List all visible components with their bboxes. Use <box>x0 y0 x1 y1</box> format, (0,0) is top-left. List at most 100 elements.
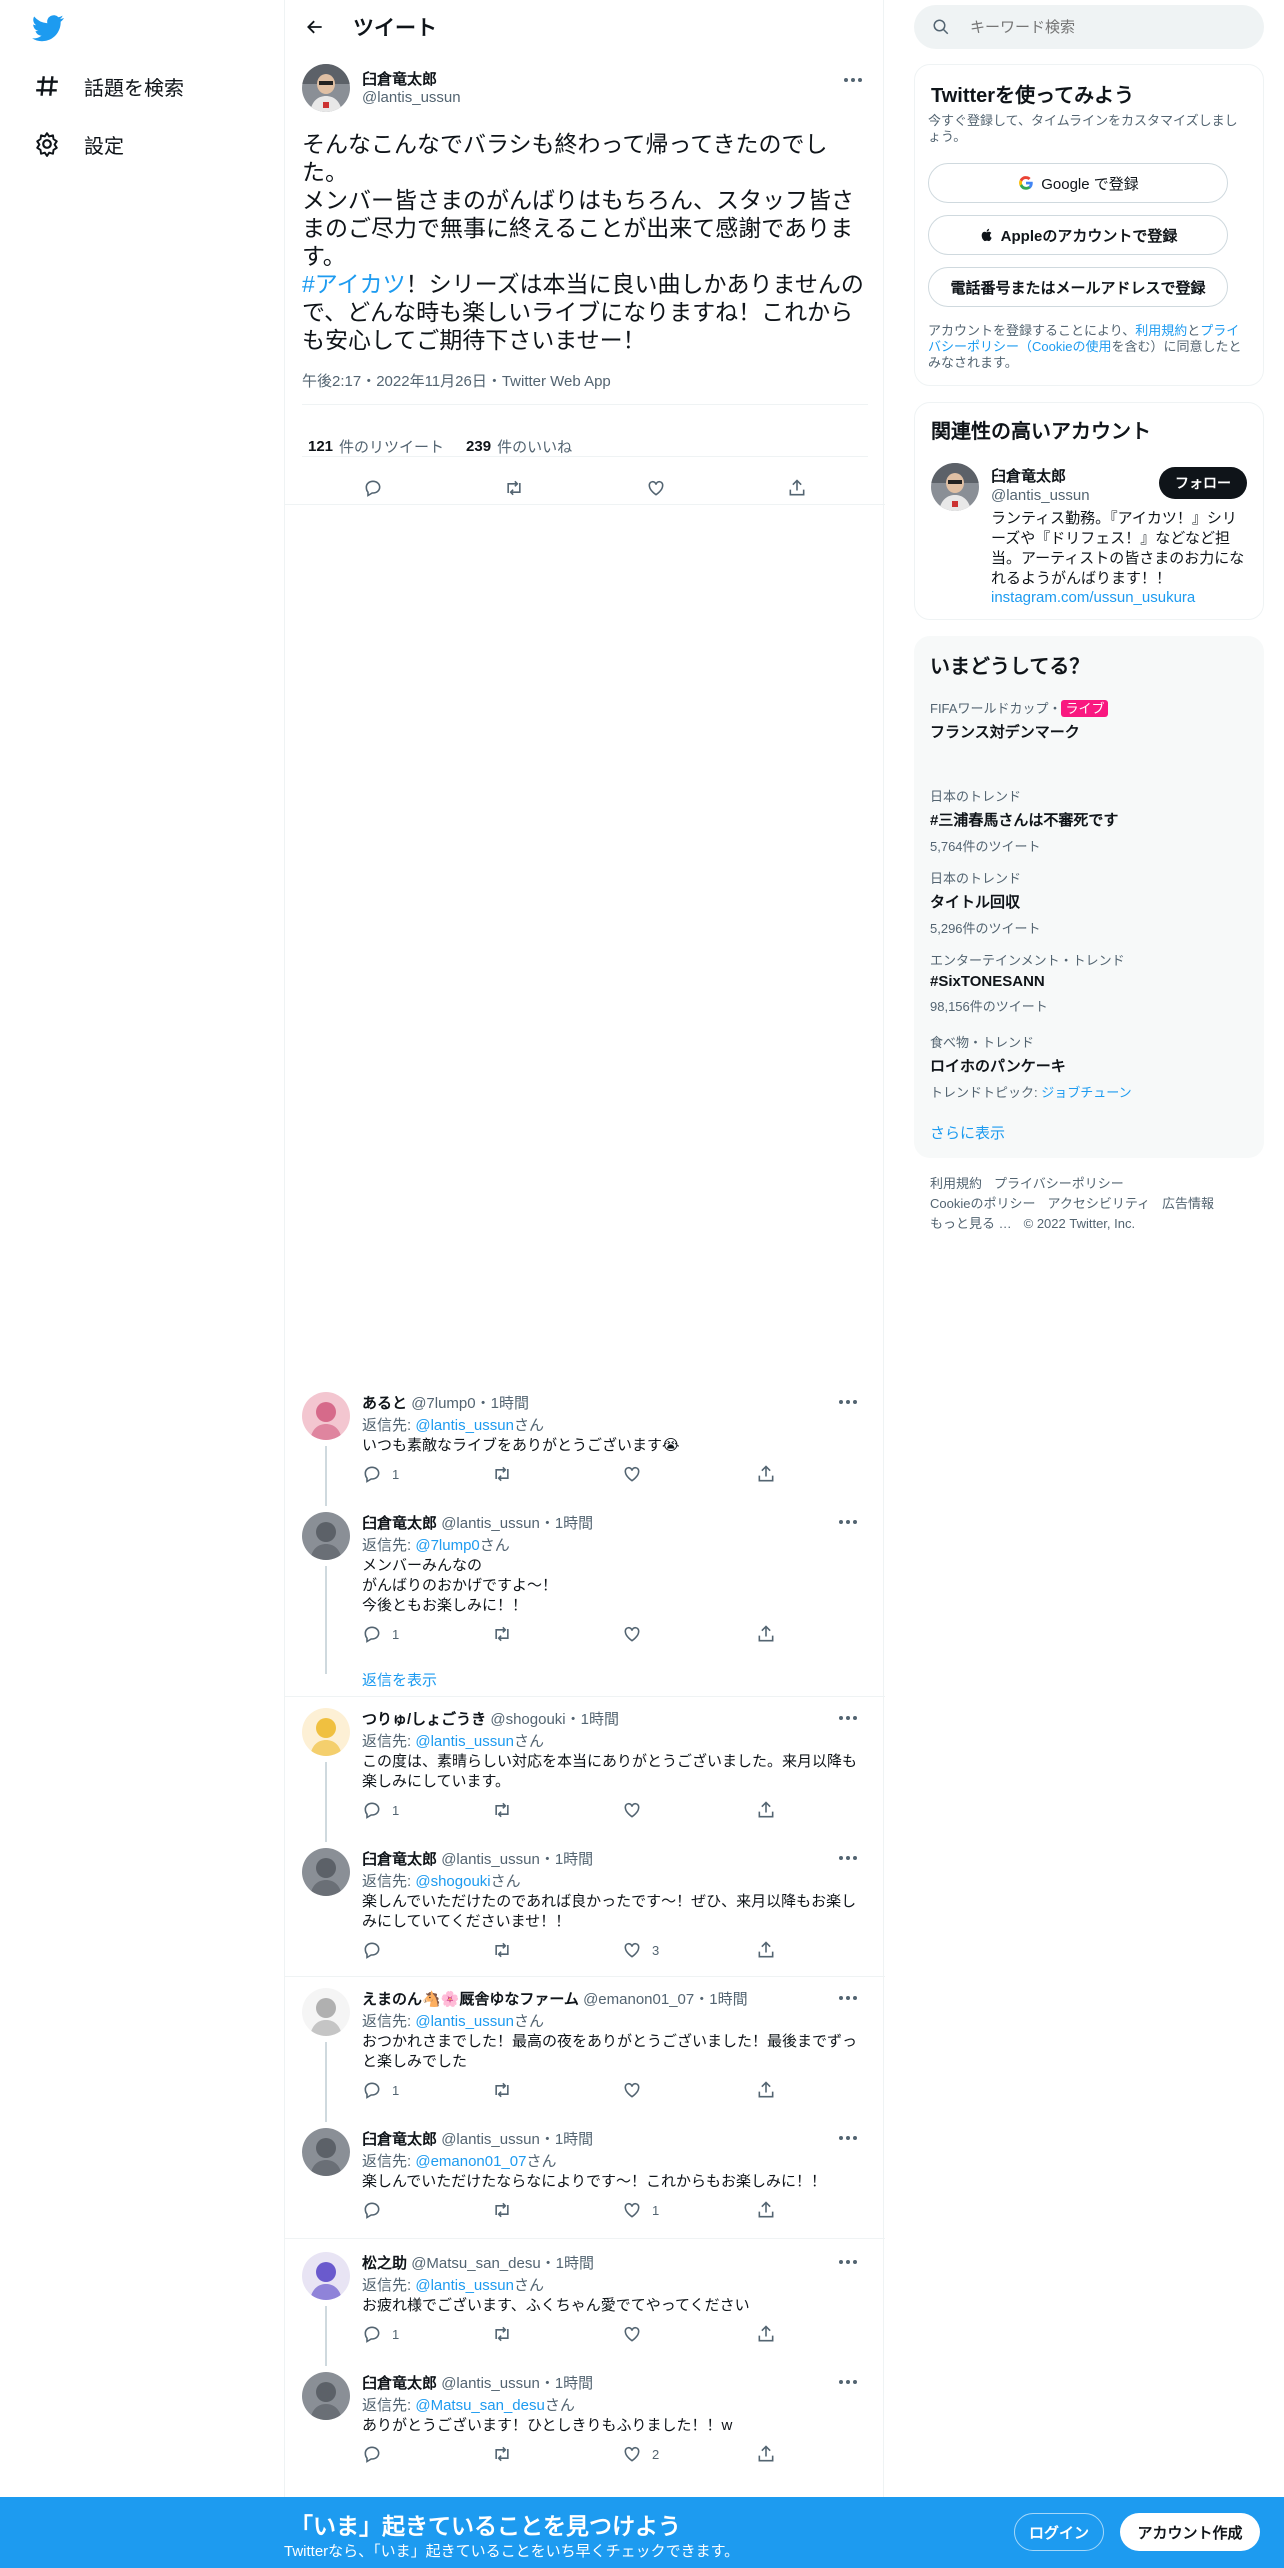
related-link[interactable]: instagram.com/ussun_usukura <box>991 589 1195 606</box>
author-handle[interactable]: @lantis_ussun <box>362 89 461 106</box>
more-icon[interactable] <box>833 1848 863 1868</box>
trend-item[interactable]: 食べ物・トレンド ロイホのパンケーキ トレンドトピック: ジョブチューン <box>930 1032 1250 1101</box>
author-name[interactable]: 臼倉竜太郎 <box>362 68 437 89</box>
reply-to-link[interactable]: @emanon01_07 <box>415 2153 526 2170</box>
reply-author-name[interactable]: 松之助 <box>362 2255 407 2272</box>
nav-explore[interactable]: 話題を検索 <box>30 58 184 114</box>
tweet-timestamp[interactable]: 午後2:17・2022年11月26日・Twitter Web App <box>302 370 611 391</box>
reply-author-name[interactable]: あると <box>362 1395 407 1412</box>
trend-item[interactable]: 日本のトレンド タイトル回収 5,296件のツイート <box>930 868 1250 937</box>
trend-item[interactable]: FIFAワールドカップ・ ライブ フランス対デンマーク <box>930 698 1250 742</box>
search-input[interactable] <box>970 18 1169 36</box>
show-replies-link[interactable]: 返信を表示 <box>362 1669 437 1690</box>
share-button[interactable] <box>756 2200 776 2220</box>
footer-link-ads[interactable]: 広告情報 <box>1162 1196 1214 1211</box>
reply-to-link[interactable]: @lantis_ussun <box>415 2013 514 2030</box>
reply-button[interactable] <box>362 2200 492 2220</box>
terms-link[interactable]: 利用規約 <box>1135 323 1187 338</box>
more-icon[interactable] <box>833 1512 863 1532</box>
reply-author-handle[interactable]: @7lump0 <box>411 1395 475 1412</box>
reply-button[interactable] <box>362 1940 492 1960</box>
twitter-bird-icon[interactable] <box>32 12 72 52</box>
retweet-button[interactable] <box>492 1464 622 1484</box>
reply-to-link[interactable]: @shogouki <box>415 1873 490 1890</box>
more-icon[interactable] <box>833 2372 863 2392</box>
retweet-label[interactable]: 件のリツイート <box>339 436 444 457</box>
signup-button[interactable]: アカウント作成 <box>1120 2513 1260 2551</box>
reply-to-link[interactable]: @lantis_ussun <box>415 1733 514 1750</box>
reply-button[interactable]: 1 <box>362 1464 492 1484</box>
trend-item[interactable]: エンターテインメント・トレンド #SixTONESANN 98,156件のツイー… <box>930 950 1250 1015</box>
reply-author-handle[interactable]: @emanon01_07 <box>583 1991 694 2008</box>
footer-link-accessibility[interactable]: アクセシビリティ <box>1047 1196 1150 1211</box>
more-icon[interactable] <box>833 2128 863 2148</box>
avatar[interactable] <box>931 463 979 511</box>
retweet-button[interactable] <box>492 1940 622 1960</box>
reply-to-link[interactable]: @Matsu_san_desu <box>415 2397 544 2414</box>
avatar[interactable] <box>302 2128 350 2176</box>
reply-button[interactable] <box>362 2444 492 2464</box>
reply-to-link[interactable]: @lantis_ussun <box>415 1417 514 1434</box>
footer-link-terms[interactable]: 利用規約 <box>930 1176 982 1191</box>
reply-time[interactable]: ・1時間 <box>540 1515 593 1532</box>
avatar[interactable] <box>302 1848 350 1896</box>
retweet-button[interactable] <box>492 2080 622 2100</box>
share-button[interactable] <box>756 2324 776 2344</box>
reply-author-handle[interactable]: @lantis_ussun <box>441 1515 540 1532</box>
reply-author-name[interactable]: 臼倉竜太郎 <box>362 1851 437 1868</box>
reply-to-link[interactable]: @lantis_ussun <box>415 2277 514 2294</box>
share-button[interactable] <box>756 1800 776 1820</box>
apple-signup-button[interactable]: Appleのアカウントで登録 <box>928 215 1228 255</box>
reply-author-handle[interactable]: @lantis_ussun <box>441 2131 540 2148</box>
hashtag-link[interactable]: #アイカツ <box>302 271 406 297</box>
login-button[interactable]: ログイン <box>1014 2513 1104 2551</box>
reply-time[interactable]: ・1時間 <box>566 1711 619 1728</box>
like-button[interactable] <box>622 1624 756 1644</box>
reply-author-name[interactable]: 臼倉竜太郎 <box>362 2375 437 2392</box>
like-button[interactable] <box>622 1800 756 1820</box>
related-name[interactable]: 臼倉竜太郎 <box>991 465 1066 486</box>
avatar[interactable] <box>302 2252 350 2300</box>
avatar[interactable] <box>302 1708 350 1756</box>
like-button[interactable]: 1 <box>622 2200 756 2220</box>
avatar[interactable] <box>302 64 350 112</box>
reply-button[interactable]: 1 <box>362 1624 492 1644</box>
like-button[interactable]: 3 <box>622 1940 756 1960</box>
like-button[interactable] <box>622 2324 756 2344</box>
reply-author-handle[interactable]: @shogouki <box>490 1711 565 1728</box>
search-box[interactable] <box>914 5 1264 49</box>
reply-time[interactable]: ・1時間 <box>540 2375 593 2392</box>
retweet-icon[interactable] <box>504 478 524 498</box>
avatar[interactable] <box>302 1512 350 1560</box>
like-button[interactable] <box>622 2080 756 2100</box>
trend-item[interactable]: 日本のトレンド #三浦春馬さんは不審死です 5,764件のツイート <box>930 786 1250 855</box>
trend-topic-link[interactable]: ジョブチューン <box>1041 1085 1131 1100</box>
reply-button[interactable]: 1 <box>362 1800 492 1820</box>
footer-link-cookies[interactable]: Cookieのポリシー <box>930 1196 1035 1211</box>
more-icon[interactable] <box>833 1708 863 1728</box>
avatar[interactable] <box>302 1392 350 1440</box>
retweet-button[interactable] <box>492 1624 622 1644</box>
retweet-button[interactable] <box>492 2444 622 2464</box>
follow-button[interactable]: フォロー <box>1159 467 1247 499</box>
retweet-button[interactable] <box>492 1800 622 1820</box>
share-icon[interactable] <box>787 478 807 498</box>
retweet-button[interactable] <box>492 2200 622 2220</box>
reply-button[interactable]: 1 <box>362 2324 492 2344</box>
share-button[interactable] <box>756 1464 776 1484</box>
like-icon[interactable] <box>646 478 666 498</box>
reply-time[interactable]: ・1時間 <box>541 2255 594 2272</box>
related-handle[interactable]: @lantis_ussun <box>991 487 1090 504</box>
share-button[interactable] <box>756 2444 776 2464</box>
reply-author-name[interactable]: えまのん🐴🌸厩舎ゆなファーム <box>362 1991 579 2008</box>
footer-link-privacy[interactable]: プライバシーポリシー <box>994 1176 1124 1191</box>
nav-settings[interactable]: 設定 <box>30 116 124 172</box>
reply-author-handle[interactable]: @Matsu_san_desu <box>411 2255 540 2272</box>
avatar[interactable] <box>302 2372 350 2420</box>
retweet-button[interactable] <box>492 2324 622 2344</box>
reply-time[interactable]: ・1時間 <box>540 1851 593 1868</box>
reply-author-name[interactable]: つりゅ/しょごうき <box>362 1711 486 1728</box>
share-button[interactable] <box>756 1940 776 1960</box>
more-icon[interactable] <box>838 70 868 90</box>
reply-to-link[interactable]: @7lump0 <box>415 1537 479 1554</box>
